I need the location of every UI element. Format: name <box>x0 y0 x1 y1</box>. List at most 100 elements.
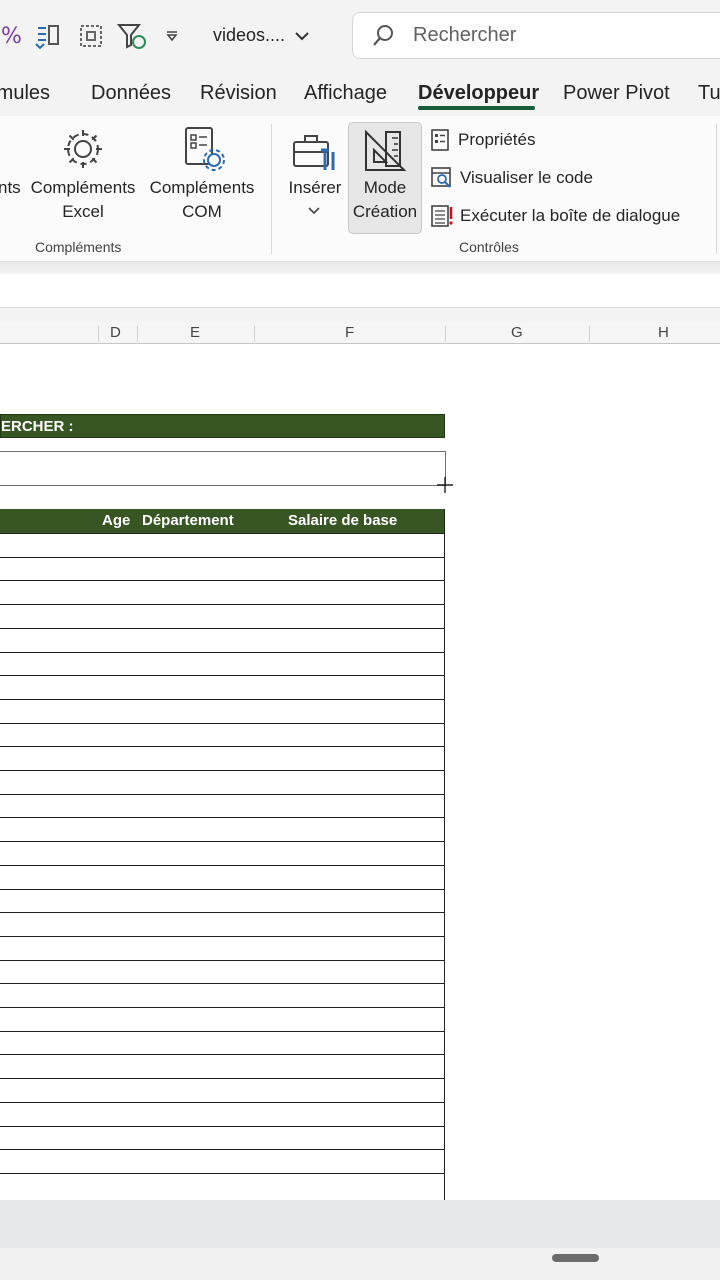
table-row[interactable] <box>0 912 445 913</box>
tab-power-pivot[interactable]: Power Pivot <box>563 82 670 105</box>
status-strip <box>0 1248 720 1280</box>
formula-bar[interactable] <box>0 274 720 308</box>
addins-partial-label[interactable]: nts <box>0 176 21 200</box>
design-mode-label-1: Mode <box>363 178 407 197</box>
column-header-e[interactable]: E <box>190 324 200 341</box>
home-indicator[interactable] <box>552 1254 599 1262</box>
com-addins-icon <box>185 127 225 171</box>
table-row[interactable] <box>0 960 445 961</box>
search-placeholder: Rechercher <box>413 24 517 46</box>
table-row[interactable] <box>0 1102 445 1103</box>
table-row[interactable] <box>0 1054 445 1055</box>
compare-icon[interactable] <box>32 18 64 54</box>
table-row[interactable] <box>0 936 445 937</box>
column-divider <box>254 326 255 342</box>
header-department[interactable]: Département <box>142 512 234 529</box>
table-row[interactable] <box>0 1173 445 1174</box>
filter-refresh-icon[interactable] <box>116 18 148 54</box>
table-row[interactable] <box>0 1078 445 1079</box>
sheet-tabs-bar <box>0 1200 720 1248</box>
select-icon[interactable] <box>76 18 106 54</box>
table-row[interactable] <box>0 794 445 795</box>
tab-review[interactable]: Révision <box>200 82 277 105</box>
file-name[interactable]: videos.... <box>213 25 310 46</box>
group-separator <box>716 124 717 254</box>
table-header-row: Age Département Salaire de base <box>0 509 445 533</box>
controls-group-label: Contrôles <box>459 239 519 255</box>
gear-icon <box>64 130 102 168</box>
title-bar: % videos.... Rechercher <box>0 0 720 70</box>
table-row[interactable] <box>0 1031 445 1032</box>
group-separator <box>271 124 272 254</box>
formula-bar-divider <box>0 308 720 322</box>
toolbox-icon <box>293 135 335 170</box>
addins-group-label: Compléments <box>35 239 122 255</box>
run-dialog-button[interactable]: Exécuter la boîte de dialogue <box>430 202 680 230</box>
view-code-icon <box>431 167 451 188</box>
view-code-label: Visualiser le code <box>460 168 593 187</box>
search-header-text: ERCHER : <box>1 418 74 435</box>
column-header-g[interactable]: G <box>511 324 523 341</box>
chevron-down-icon <box>308 207 320 215</box>
table-row[interactable] <box>0 604 445 605</box>
insert-label: Insérer <box>288 178 342 197</box>
table-row[interactable] <box>0 557 445 558</box>
tab-formulas[interactable]: rmules <box>0 82 50 105</box>
search-icon <box>373 25 393 46</box>
file-name-label: videos.... <box>213 25 286 45</box>
search-box[interactable]: Rechercher <box>352 12 720 59</box>
table-row[interactable] <box>0 723 445 724</box>
search-input-cell[interactable] <box>0 451 446 486</box>
table-row[interactable] <box>0 817 445 818</box>
customize-qat-icon[interactable] <box>162 18 182 54</box>
column-headers: D E F G H <box>0 322 720 344</box>
percent-icon[interactable]: % <box>0 18 22 54</box>
excel-addins-label-1: Compléments <box>30 178 136 197</box>
column-header-h[interactable]: H <box>658 324 669 341</box>
table-row[interactable] <box>0 652 445 653</box>
table-row[interactable] <box>0 1007 445 1008</box>
com-addins-label-2: COM <box>182 202 222 221</box>
column-divider <box>98 326 99 342</box>
table-row[interactable] <box>0 533 445 534</box>
header-salary[interactable]: Salaire de base <box>288 512 397 529</box>
table-row[interactable] <box>0 699 445 700</box>
ribbon-shadow <box>0 262 720 274</box>
run-dialog-icon <box>431 205 453 227</box>
com-addins-label-1: Compléments <box>149 178 255 197</box>
view-code-button[interactable]: Visualiser le code <box>430 164 593 192</box>
properties-label: Propriétés <box>458 130 536 149</box>
tab-view[interactable]: Affichage <box>304 82 387 105</box>
table-row[interactable] <box>0 983 445 984</box>
properties-button[interactable]: Propriétés <box>430 126 535 154</box>
table-row[interactable] <box>0 675 445 676</box>
active-tab-indicator <box>418 106 535 110</box>
table-right-border <box>444 509 445 1200</box>
table-row[interactable] <box>0 1149 445 1150</box>
header-age[interactable]: Age <box>102 512 130 529</box>
crosshair-cursor-icon <box>437 477 453 493</box>
column-divider <box>445 326 446 342</box>
design-mode-icon <box>365 129 407 171</box>
table-row[interactable] <box>0 1126 445 1127</box>
table-row[interactable] <box>0 770 445 771</box>
table-row[interactable] <box>0 628 445 629</box>
search-header-cell[interactable]: ERCHER : <box>0 414 445 438</box>
properties-icon <box>431 129 449 151</box>
table-row[interactable] <box>0 865 445 866</box>
table-row[interactable] <box>0 841 445 842</box>
tab-developer[interactable]: Développeur <box>418 82 539 105</box>
design-mode-label-2: Création <box>352 202 418 221</box>
column-header-d[interactable]: D <box>110 324 121 341</box>
svg-text:%: % <box>1 24 21 49</box>
excel-addins-label-2: Excel <box>62 202 104 221</box>
table-row[interactable] <box>0 746 445 747</box>
table-row[interactable] <box>0 889 445 890</box>
column-divider <box>589 326 590 342</box>
table-row[interactable] <box>0 580 445 581</box>
ribbon-tabs: rmules Données Révision Affichage Dévelo… <box>0 70 720 116</box>
tab-more[interactable]: Tu <box>698 82 720 105</box>
column-header-f[interactable]: F <box>345 324 354 341</box>
run-dialog-label: Exécuter la boîte de dialogue <box>460 206 681 225</box>
tab-data[interactable]: Données <box>91 82 171 105</box>
